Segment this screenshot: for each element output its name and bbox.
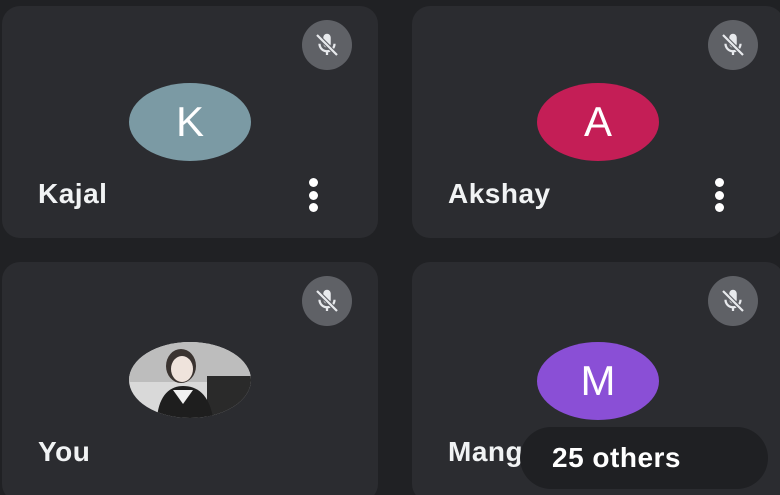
participant-tile-you[interactable]: You: [2, 262, 378, 495]
avatar: M: [537, 342, 659, 420]
participant-name: Kajal: [38, 178, 108, 209]
participant-tile-akshay[interactable]: A Akshay: [412, 6, 780, 238]
participant-tile-kajal[interactable]: K Kajal: [2, 6, 378, 238]
avatar-initial: K: [175, 98, 204, 145]
mic-off-icon: [708, 276, 758, 326]
more-options-icon[interactable]: [306, 178, 320, 212]
avatar-initial: M: [580, 357, 616, 404]
participant-name: Akshay: [448, 178, 551, 209]
mic-off-icon: [708, 20, 758, 70]
others-count-label: 25 others: [552, 442, 681, 473]
mic-off-icon: [302, 276, 352, 326]
participant-grid: K Kajal A Akshay You M Mang 25 others: [0, 0, 780, 495]
others-badge[interactable]: 25 others: [520, 427, 768, 489]
participant-name: Mang: [448, 436, 524, 467]
mic-off-icon: [302, 20, 352, 70]
participant-name: You: [38, 436, 91, 467]
more-options-icon[interactable]: [712, 178, 726, 212]
avatar: K: [129, 83, 251, 161]
avatar: A: [537, 83, 659, 161]
avatar-photo: [129, 342, 251, 418]
avatar-initial: A: [583, 98, 612, 145]
